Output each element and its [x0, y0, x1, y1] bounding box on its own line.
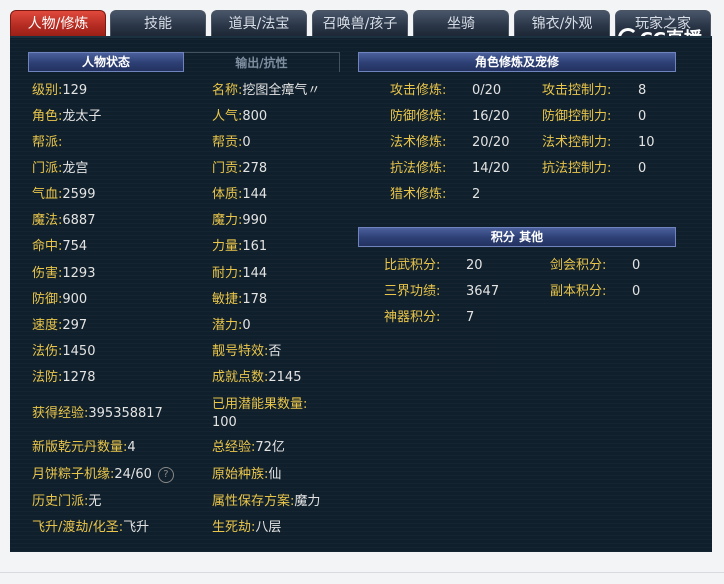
control-value: 10 — [638, 135, 655, 150]
tab-outfits[interactable]: 锦衣/外观 — [514, 10, 610, 36]
output-resist-tab[interactable]: 输出/抗性 — [184, 52, 340, 72]
cultivation-value: 0/20 — [472, 83, 502, 98]
used-potential-row: 已用潜能果数量: — [212, 397, 308, 412]
points-value: 0 — [632, 284, 641, 299]
stat-row: 法防:1278 — [32, 370, 96, 385]
exp-row: 获得经验:395358817 — [32, 406, 163, 421]
control-label: 攻击控制力: — [542, 83, 612, 98]
points-value: 3647 — [466, 284, 500, 299]
stat-row: 速度:297 — [32, 318, 88, 333]
save-scheme-row: 属性保存方案:魔力 — [212, 494, 321, 509]
stat-row: 人气:800 — [212, 109, 268, 124]
cultivation-header: 角色修炼及宠修 — [358, 52, 676, 72]
ascension-row: 飞升/渡劫/化圣:飞升 — [32, 520, 150, 535]
stat-row: 防御:900 — [32, 292, 88, 307]
cultivation-value: 16/20 — [472, 109, 510, 124]
cultivation-label: 法术修炼: — [390, 135, 447, 150]
control-value: 0 — [638, 109, 647, 124]
tab-mounts[interactable]: 坐骑 — [413, 10, 509, 36]
cultivation-label: 攻击修炼: — [390, 83, 447, 98]
stat-row: 帮贡:0 — [212, 135, 251, 150]
cultivation-label: 防御修炼: — [390, 109, 447, 124]
points-label: 三界功绩: — [384, 284, 441, 299]
tab-skills[interactable]: 技能 — [110, 10, 206, 36]
stat-row: 帮派: — [32, 135, 63, 150]
char-status-header[interactable]: 人物状态 — [28, 52, 184, 72]
tab-character[interactable]: 人物/修炼 — [10, 10, 106, 36]
stat-row: 气血:2599 — [32, 187, 96, 202]
stat-row: 耐力:144 — [212, 266, 268, 281]
control-value: 8 — [638, 83, 647, 98]
points-label: 副本积分: — [550, 284, 607, 299]
cultivation-label: 猎术修炼: — [390, 187, 447, 202]
mooncake-row: 月饼粽子机缘:24/60? — [32, 466, 174, 484]
cultivation-value: 14/20 — [472, 161, 510, 176]
life-death-row: 生死劫:八层 — [212, 520, 282, 535]
cultivation-label: 抗法修炼: — [390, 161, 447, 176]
tab-items[interactable]: 道具/法宝 — [211, 10, 307, 36]
control-value: 0 — [638, 161, 647, 176]
cultivation-value: 2 — [472, 187, 481, 202]
stat-row: 名称:挖图全瘴气〃 — [212, 83, 321, 98]
stat-row: 命中:754 — [32, 239, 88, 254]
bottom-divider — [0, 572, 724, 573]
points-label: 剑会积分: — [550, 258, 607, 273]
qianyuan-row: 新版乾元丹数量:4 — [32, 440, 136, 455]
points-header: 积分 其他 — [358, 227, 676, 247]
help-icon[interactable]: ? — [157, 466, 174, 483]
control-label: 防御控制力: — [542, 109, 612, 124]
total-exp-row: 总经验:72亿 — [212, 440, 285, 455]
history-row: 历史门派:无 — [32, 494, 102, 509]
stat-row: 潜力:0 — [212, 318, 251, 333]
stat-row: 伤害:1293 — [32, 266, 96, 281]
stat-row: 力量:161 — [212, 239, 268, 254]
used-potential-value: 100 — [212, 415, 237, 430]
stat-row: 门贡:278 — [212, 161, 268, 176]
stat-row: 魔法:6887 — [32, 213, 96, 228]
stat-row: 级别:129 — [32, 83, 88, 98]
control-label: 法术控制力: — [542, 135, 612, 150]
race-row: 原始种族:仙 — [212, 467, 282, 482]
stat-row: 法伤:1450 — [32, 344, 96, 359]
points-value: 0 — [632, 258, 641, 273]
tab-summons[interactable]: 召唤兽/孩子 — [312, 10, 408, 36]
stat-row: 靓号特效:否 — [212, 344, 282, 359]
cultivation-value: 20/20 — [472, 135, 510, 150]
character-panel: 人物状态 输出/抗性 角色修炼及宠修 积分 其他 级别:129 角色:龙太子 帮… — [10, 36, 712, 552]
stat-row: 角色:龙太子 — [32, 109, 102, 124]
stat-row: 体质:144 — [212, 187, 268, 202]
stat-row: 敏捷:178 — [212, 292, 268, 307]
points-label: 神器积分: — [384, 310, 441, 325]
points-label: 比武积分: — [384, 258, 441, 273]
points-value: 7 — [466, 310, 475, 325]
stat-row: 成就点数:2145 — [212, 370, 302, 385]
points-value: 20 — [466, 258, 483, 273]
stat-row: 门派:龙宫 — [32, 161, 89, 176]
control-label: 抗法控制力: — [542, 161, 612, 176]
stat-row: 魔力:990 — [212, 213, 268, 228]
